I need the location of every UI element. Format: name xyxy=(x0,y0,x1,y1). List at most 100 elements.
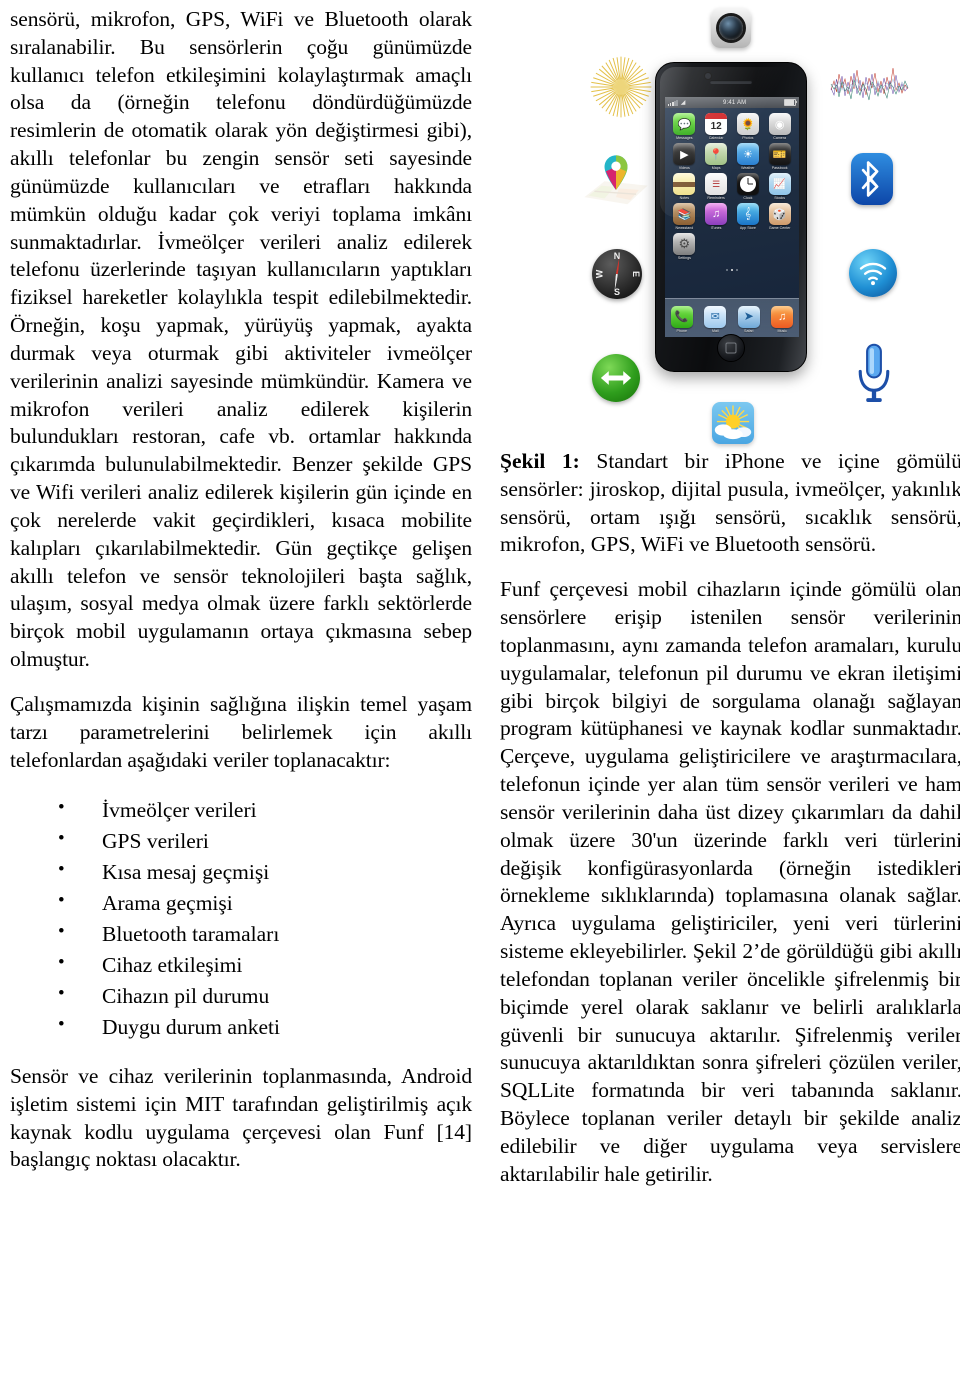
page-dot[interactable] xyxy=(736,269,738,271)
app-messages[interactable]: 💬 Messages xyxy=(670,113,699,140)
two-column-layout: sensörü, mikrofon, GPS, WiFi ve Bluetoot… xyxy=(10,6,960,1399)
app-passbook[interactable]: 🎫 Passbook xyxy=(765,143,794,170)
signal-icon: ◢ xyxy=(668,99,685,106)
bluetooth-sensor-icon xyxy=(851,153,893,205)
home-button[interactable] xyxy=(717,334,745,362)
figure-1-iphone-sensors: N E S W ◢ 9:41 AM 💬 Messages 12 Calendar… xyxy=(500,6,960,446)
camera-sensor-icon xyxy=(711,8,751,48)
app-label: Reminders xyxy=(707,196,725,200)
paragraph-study-intro: Çalışmamızda kişinin sağlığına ilişkin t… xyxy=(10,691,472,772)
app-settings[interactable]: ⚙ Settings xyxy=(670,233,699,260)
collected-data-list: İvmeölçer verileri GPS verileri Kısa mes… xyxy=(10,794,472,1043)
app-itunes[interactable]: ♫ iTunes xyxy=(702,203,731,230)
app-notes[interactable]: Notes xyxy=(670,173,699,200)
list-item: GPS verileri xyxy=(10,825,472,857)
iphone-screen: ◢ 9:41 AM 💬 Messages 12 Calendar 🌻 Photo… xyxy=(665,97,799,337)
list-item: İvmeölçer verileri xyxy=(10,794,472,826)
paragraph-sensors-overview: sensörü, mikrofon, GPS, WiFi ve Bluetoot… xyxy=(10,7,472,672)
compass-north-label: N xyxy=(613,251,621,261)
dock-app-safari[interactable]: ➤ Safari xyxy=(737,305,760,333)
app-weather[interactable]: ☀ Weather xyxy=(734,143,763,170)
home-screen-dock: 📞 Phone ✉ Mail ➤ Safari ♫ Music xyxy=(665,298,799,337)
notes-icon xyxy=(673,173,696,195)
videos-icon: ▶ xyxy=(673,143,696,165)
app-camera[interactable]: ◉ Camera xyxy=(765,113,794,140)
app-label: Messages xyxy=(676,136,693,140)
dock-app-music[interactable]: ♫ Music xyxy=(771,305,794,333)
battery-icon xyxy=(784,99,797,106)
app-label: Mail xyxy=(711,328,719,333)
app-label: App Store xyxy=(739,226,756,230)
list-item: Bluetooth taramaları xyxy=(10,918,472,950)
camera-app-icon: ◉ xyxy=(768,113,791,135)
list-item: Kısa mesaj geçmişi xyxy=(10,856,472,888)
photos-icon: 🌻 xyxy=(736,113,759,135)
page-indicator-dots xyxy=(665,269,799,271)
clock-icon xyxy=(736,173,759,195)
app-videos[interactable]: ▶ Videos xyxy=(670,143,699,170)
calendar-icon: 12 xyxy=(705,113,728,135)
compass-browser-icon: ➤ xyxy=(737,305,760,328)
app-label: Safari xyxy=(744,328,754,333)
app-newsstand[interactable]: 📚 Newsstand xyxy=(670,203,699,230)
ambient-light-sensor-icon xyxy=(588,54,654,120)
microphone-sensor-icon xyxy=(854,343,894,405)
mail-icon: ✉ xyxy=(704,305,727,328)
earpiece-speaker xyxy=(710,80,752,84)
app-label: Maps xyxy=(711,166,721,170)
newsstand-icon: 📚 xyxy=(673,203,696,225)
app-appstore[interactable]: 𝄞 App Store xyxy=(734,203,763,230)
right-text-column: N E S W ◢ 9:41 AM 💬 Messages 12 Calendar… xyxy=(500,6,960,1399)
wifi-sensor-icon xyxy=(849,249,897,297)
app-reminders[interactable]: ☰ Reminders xyxy=(702,173,731,200)
home-screen-app-grid: 💬 Messages 12 Calendar 🌻 Photos ◉ Camera… xyxy=(665,108,799,260)
list-item: Cihazın pil durumu xyxy=(10,980,472,1012)
app-photos[interactable]: 🌻 Photos xyxy=(734,113,763,140)
status-bar-time: 9:41 AM xyxy=(722,99,747,106)
app-gamecenter[interactable]: 🎲 Game Center xyxy=(765,203,794,230)
camera-lens-shape xyxy=(719,16,743,40)
gear-icon: ⚙ xyxy=(673,233,696,255)
music-note-icon: ♫ xyxy=(771,305,794,328)
dock-app-mail[interactable]: ✉ Mail xyxy=(704,305,727,333)
page-dot[interactable] xyxy=(726,269,728,271)
compass-east-label: E xyxy=(630,270,641,278)
weather-icon: ☀ xyxy=(736,143,759,165)
app-label: Passbook xyxy=(771,166,788,170)
digital-compass-icon: N E S W xyxy=(592,249,642,299)
app-label: Calendar xyxy=(708,136,724,140)
proximity-sensor-icon xyxy=(592,354,640,402)
app-label: Clock xyxy=(743,196,753,200)
temperature-sensor-icon xyxy=(712,402,754,444)
app-label: Music xyxy=(777,328,787,333)
front-camera-icon xyxy=(704,72,712,80)
page-dot-active[interactable] xyxy=(731,269,733,271)
figure-caption: Şekil 1: Standart bir iPhone ve içine gö… xyxy=(500,448,960,559)
phone-icon: 📞 xyxy=(670,305,693,328)
app-maps[interactable]: 📍 Maps xyxy=(702,143,731,170)
accelerometer-signal-icon xyxy=(830,58,910,110)
document-page: sensörü, mikrofon, GPS, WiFi ve Bluetoot… xyxy=(0,0,960,1399)
app-label: Stocks xyxy=(774,196,786,200)
app-stocks[interactable]: 📈 Stocks xyxy=(765,173,794,200)
left-text-column: sensörü, mikrofon, GPS, WiFi ve Bluetoot… xyxy=(10,6,472,1399)
calendar-day-number: 12 xyxy=(710,121,722,132)
messages-icon: 💬 xyxy=(673,113,696,135)
figure-label: Şekil 1: xyxy=(500,449,580,473)
stocks-icon: 📈 xyxy=(768,173,791,195)
app-calendar[interactable]: 12 Calendar xyxy=(702,113,731,140)
app-label: Camera xyxy=(773,136,787,140)
game-center-icon: 🎲 xyxy=(768,203,791,225)
list-item: Duygu durum anketi xyxy=(10,1011,472,1043)
passbook-icon: 🎫 xyxy=(768,143,791,165)
app-label: Notes xyxy=(679,196,690,200)
compass-west-label: W xyxy=(594,269,605,279)
app-clock[interactable]: Clock xyxy=(734,173,763,200)
app-label: Game Center xyxy=(768,226,791,230)
app-label: iTunes xyxy=(710,226,722,230)
iphone-device: ◢ 9:41 AM 💬 Messages 12 Calendar 🌻 Photo… xyxy=(655,62,807,372)
dock-app-phone[interactable]: 📞 Phone xyxy=(670,305,693,333)
app-label: Weather xyxy=(741,166,755,170)
status-bar: ◢ 9:41 AM xyxy=(665,97,799,108)
itunes-icon: ♫ xyxy=(705,203,728,225)
